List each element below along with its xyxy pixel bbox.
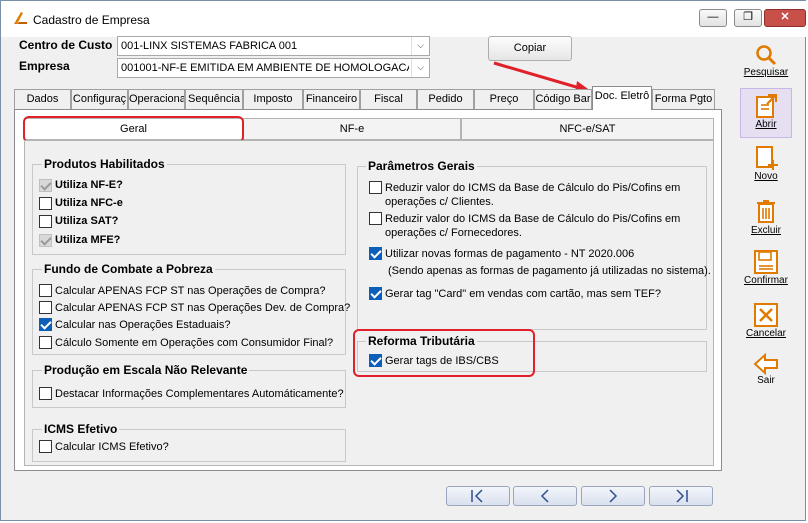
next-record-button[interactable] (581, 486, 645, 506)
first-record-button[interactable] (446, 486, 510, 506)
tab-pedido[interactable]: Pedido (417, 89, 474, 109)
last-record-icon (676, 489, 688, 503)
empresa-combo[interactable]: 001001-NF-E EMITIDA EM AMBIENTE DE HOMOL… (117, 58, 430, 78)
excluir-button[interactable]: Excluir (740, 199, 792, 239)
utiliza-mfe-checkbox (39, 234, 52, 247)
cancel-icon (754, 303, 778, 327)
utiliza-nfce-checkbox[interactable] (39, 197, 52, 210)
tab-doc-eletronico[interactable]: Doc. Eletrô (592, 86, 652, 110)
tab-dados[interactable]: Dados (14, 89, 71, 109)
confirmar-button[interactable]: Confirmar (740, 249, 792, 291)
utiliza-nfe-label: Utiliza NF-E? (55, 179, 123, 191)
confirmar-label: Confirmar (744, 275, 788, 286)
reduzir-fornecedores-checkbox[interactable] (369, 212, 382, 225)
centro-label: Centro de Custo (19, 38, 113, 52)
empresa-label: Empresa (19, 59, 70, 73)
producao-title: Produção em Escala Não Relevante (42, 363, 250, 377)
fcp-estaduais-label: Calcular nas Operações Estaduais? (55, 319, 231, 331)
subtab-nfe[interactable]: NF-e (243, 118, 461, 140)
cancelar-label: Cancelar (745, 328, 787, 339)
open-icon (756, 94, 777, 118)
icms-efetivo-checkbox[interactable] (39, 440, 52, 453)
search-icon (756, 45, 777, 66)
reduzir-fornecedores-label: Reduzir valor do ICMS da Base de Cálculo… (385, 213, 681, 225)
highlight-geral (23, 116, 244, 143)
previous-record-button[interactable] (513, 486, 577, 506)
novas-formas-pagamento-label: Utilizar novas formas de pagamento - NT … (385, 248, 635, 260)
trash-icon (757, 200, 775, 223)
chevron-down-icon[interactable]: ⌵ (411, 59, 429, 77)
pesquisar-button[interactable]: Pesquisar (740, 43, 792, 83)
cancelar-button[interactable]: Cancelar (740, 302, 792, 344)
reduzir-clientes-checkbox[interactable] (369, 181, 382, 194)
novas-formas-pagamento-checkbox[interactable] (369, 247, 382, 260)
reduzir-clientes-label: Reduzir valor do ICMS da Base de Cálculo… (385, 182, 681, 194)
icms-title: ICMS Efetivo (42, 422, 120, 436)
utiliza-nfce-label: Utiliza NFC-e (55, 197, 123, 209)
centro-value: 001-LINX SISTEMAS FABRICA 001 (121, 40, 298, 52)
fcp-compra-label: Calcular APENAS FCP ST nas Operações de … (55, 285, 326, 297)
fcp-estaduais-checkbox[interactable] (39, 318, 52, 331)
tab-configuracao[interactable]: Configuraç (71, 89, 128, 109)
tab-imposto[interactable]: Imposto (243, 89, 303, 109)
novo-button[interactable]: Novo (740, 145, 792, 187)
icms-efetivo-label: Calcular ICMS Efetivo? (55, 441, 169, 453)
confirm-icon (754, 250, 778, 274)
abrir-button[interactable]: Abrir (740, 88, 792, 138)
parametros-title: Parâmetros Gerais (366, 159, 477, 173)
fcp-dev-compra-checkbox[interactable] (39, 301, 52, 314)
copiar-button[interactable]: Copiar (488, 36, 572, 61)
window-title: Cadastro de Empresa (33, 13, 150, 27)
fcp-consumidor-final-label: Cálculo Somente em Operações com Consumi… (55, 337, 334, 349)
subtab-nfce-sat[interactable]: NFC-e/SAT (461, 118, 714, 140)
utiliza-sat-checkbox[interactable] (39, 215, 52, 228)
tab-financeiro[interactable]: Financeiro (303, 89, 360, 109)
first-record-icon (471, 489, 483, 503)
app-logo-icon (14, 12, 27, 24)
tab-forma-pgto[interactable]: Forma Pgto (652, 89, 715, 109)
produtos-title: Produtos Habilitados (42, 157, 167, 171)
empresa-value: 001001-NF-E EMITIDA EM AMBIENTE DE HOMOL… (121, 62, 409, 74)
novas-formas-pagamento-note: (Sendo apenas as formas de pagamento já … (388, 265, 711, 277)
tab-codigo-barras[interactable]: Código Bar (534, 89, 592, 109)
centro-combo[interactable]: 001-LINX SISTEMAS FABRICA 001 ⌵ (117, 36, 430, 56)
novo-label: Novo (754, 171, 778, 182)
tab-fiscal[interactable]: Fiscal (360, 89, 417, 109)
utiliza-sat-label: Utiliza SAT? (55, 215, 119, 227)
last-record-button[interactable] (649, 486, 713, 506)
utiliza-nfe-checkbox (39, 179, 52, 192)
reduzir-fornecedores-label-2: operações c/ Fornecedores. (385, 227, 522, 239)
highlight-reforma (353, 329, 535, 377)
pesquisar-label: Pesquisar (743, 67, 789, 78)
abrir-label: Abrir (755, 119, 777, 130)
reduzir-clientes-label-2: operações c/ Clientes. (385, 196, 494, 208)
next-record-icon (609, 489, 618, 503)
previous-record-icon (540, 489, 549, 503)
destacar-info-checkbox[interactable] (39, 387, 52, 400)
close-button[interactable]: ✕ (764, 9, 806, 27)
fcp-dev-compra-label: Calcular APENAS FCP ST nas Operações Dev… (55, 302, 351, 314)
sair-button[interactable]: Sair (740, 353, 792, 393)
destacar-info-label: Destacar Informações Complementares Auto… (55, 388, 344, 400)
tag-card-checkbox[interactable] (369, 287, 382, 300)
tab-operacional[interactable]: Operaciona (128, 89, 185, 109)
tab-sequencia[interactable]: Sequência (185, 89, 243, 109)
main-window: Cadastro de Empresa — ❐ ✕ Centro de Cust… (0, 0, 807, 521)
tag-card-label: Gerar tag "Card" em vendas com cartão, m… (385, 288, 661, 300)
tab-preco[interactable]: Preço (474, 89, 534, 109)
fcp-consumidor-final-checkbox[interactable] (39, 336, 52, 349)
utiliza-mfe-label: Utiliza MFE? (55, 234, 121, 246)
excluir-label: Excluir (750, 225, 781, 236)
fundo-title: Fundo de Combate a Pobreza (42, 262, 215, 276)
sair-label: Sair (757, 375, 775, 386)
fcp-compra-checkbox[interactable] (39, 284, 52, 297)
new-icon (756, 146, 778, 170)
chevron-down-icon[interactable]: ⌵ (411, 37, 429, 55)
title-bar: Cadastro de Empresa — ❐ ✕ (1, 1, 807, 37)
exit-arrow-icon (753, 353, 778, 375)
minimize-button[interactable]: — (699, 9, 727, 27)
restore-button[interactable]: ❐ (734, 9, 762, 27)
